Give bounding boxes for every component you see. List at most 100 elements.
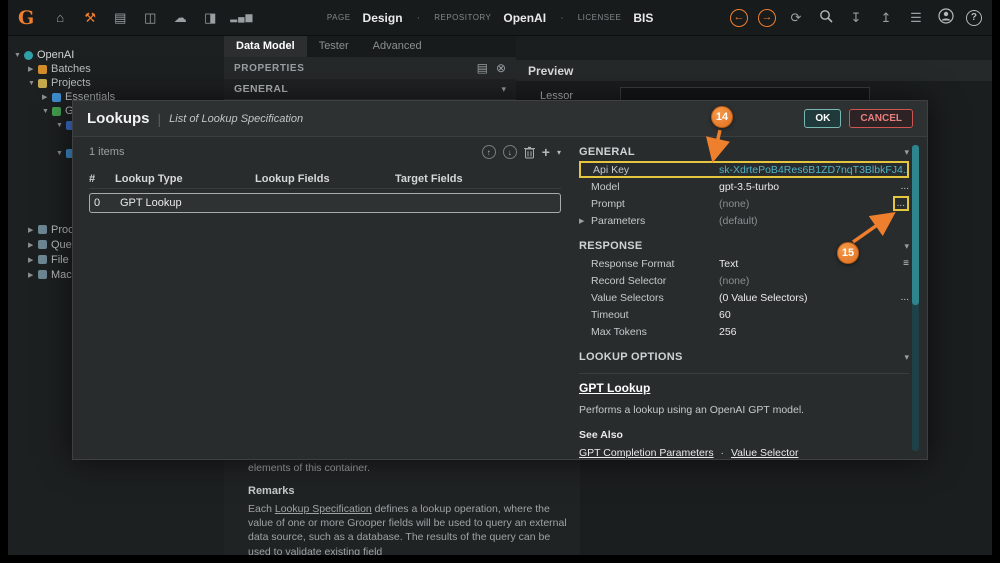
repository-value[interactable]: OpenAI	[503, 11, 546, 25]
chevron-down-icon: ▾	[904, 352, 909, 363]
tab-advanced[interactable]: Advanced	[361, 36, 434, 57]
property-row-api-key[interactable]: Api Key sk-XdrtePoB4Res6B1ZD7nqT3BlbkFJ4…	[579, 161, 909, 178]
chevron-down-icon: ▾	[501, 84, 506, 95]
chevron-down-icon: ▾	[904, 147, 909, 158]
max-tokens-value[interactable]: 256	[719, 326, 909, 338]
tree-item-projects[interactable]: ▼ Projects	[8, 76, 224, 90]
user-icon[interactable]	[936, 8, 956, 27]
section-lookup-options[interactable]: LOOKUP OPTIONS ▾	[579, 348, 909, 366]
cancel-button[interactable]: CANCEL	[849, 109, 913, 128]
node-icon	[52, 93, 61, 102]
help-text-fragment: elements of this container.	[248, 462, 580, 474]
download-icon[interactable]: ↧	[846, 10, 866, 26]
expander-icon[interactable]: ▼	[14, 52, 24, 59]
chevron-down-icon: ▾	[904, 241, 909, 252]
properties-scrollbar[interactable]	[912, 145, 919, 451]
expander-icon[interactable]: ▼	[42, 108, 52, 115]
toolbar-center-group: PAGE Design · REPOSITORY OpenAI · LICENS…	[327, 11, 653, 25]
separator-dot: ·	[417, 12, 421, 24]
prompt-value[interactable]: (none)	[719, 198, 887, 210]
model-browse-button[interactable]: ...	[887, 181, 909, 192]
ok-button[interactable]: OK	[804, 109, 841, 128]
save-icon[interactable]: ▤	[110, 10, 130, 26]
expander-icon[interactable]: ▶	[28, 271, 38, 279]
property-row-response-format[interactable]: Response Format Text ≡	[579, 255, 909, 272]
top-toolbar: G ⌂ ⚒ ▤ ◫ ☁ ◨ ▂▄▆ PAGE Design · REPOSITO…	[8, 0, 992, 36]
folder-icon	[38, 240, 47, 249]
value-selector-link[interactable]: Value Selector	[731, 447, 799, 459]
api-key-value[interactable]: sk-XdrtePoB4Res6B1ZD7nqT3BlbkFJ4...	[719, 164, 907, 176]
toolbar-right-group: ← → ⟳ ↧ ↥ ☰ ?	[730, 8, 982, 27]
tools-icon[interactable]: ⚒	[80, 10, 100, 26]
gpt-completion-parameters-link[interactable]: GPT Completion Parameters	[579, 447, 714, 459]
lookup-specification-link[interactable]: Lookup Specification	[275, 503, 372, 515]
expander-icon[interactable]: ▼	[56, 122, 66, 129]
general-section-header[interactable]: GENERAL ▾	[224, 79, 516, 100]
help-icon[interactable]: ?	[966, 10, 982, 26]
separator-dot: ·	[560, 12, 564, 24]
property-row-value-selectors[interactable]: Value Selectors (0 Value Selectors) ...	[579, 289, 909, 306]
response-format-menu-icon[interactable]: ≡	[887, 258, 909, 269]
items-count: 1 items	[89, 146, 482, 158]
record-selector-value[interactable]: (none)	[719, 275, 909, 287]
property-row-record-selector[interactable]: Record Selector (none)	[579, 272, 909, 289]
upload-icon[interactable]: ↥	[876, 10, 896, 26]
expander-icon[interactable]: ▶	[42, 93, 52, 101]
section-general[interactable]: GENERAL ▾	[579, 143, 909, 161]
response-format-value[interactable]: Text	[719, 258, 887, 270]
lookup-row-selected[interactable]: 0 GPT Lookup	[89, 193, 561, 213]
delete-icon[interactable]	[524, 146, 535, 159]
model-value[interactable]: gpt-3.5-turbo	[719, 181, 887, 193]
page-label: PAGE	[327, 13, 351, 22]
expander-icon[interactable]: ▼	[56, 150, 66, 157]
property-row-prompt[interactable]: Prompt (none) ...	[579, 195, 909, 212]
property-row-max-tokens[interactable]: Max Tokens 256	[579, 323, 909, 340]
remarks-panel: elements of this container. Remarks Each…	[224, 460, 580, 555]
add-button[interactable]: +	[542, 144, 550, 160]
expander-icon[interactable]: ▶	[28, 65, 38, 73]
parameters-value[interactable]: (default)	[719, 215, 909, 227]
cloud-icon[interactable]: ☁	[170, 10, 190, 26]
tree-item-batches[interactable]: ▶ Batches	[8, 62, 224, 76]
move-up-button[interactable]: ↑	[482, 145, 496, 159]
preview-title: Preview	[528, 64, 573, 78]
expander-icon[interactable]: ▶	[28, 226, 38, 234]
page-value[interactable]: Design	[363, 11, 403, 25]
back-button[interactable]: ←	[730, 9, 748, 27]
tab-tester[interactable]: Tester	[307, 36, 361, 57]
database-icon[interactable]: ☰	[906, 10, 926, 26]
search-icon[interactable]	[816, 9, 836, 26]
prompt-browse-button[interactable]: ...	[893, 196, 909, 211]
expander-icon[interactable]: ▶	[28, 241, 38, 249]
home-icon[interactable]: ⌂	[50, 10, 70, 25]
timeout-value[interactable]: 60	[719, 309, 909, 321]
close-icon[interactable]: ⊗	[496, 61, 506, 75]
response-format-label: Response Format	[591, 258, 719, 270]
property-row-parameters[interactable]: ▶ Parameters (default)	[579, 212, 909, 229]
forward-button[interactable]: →	[758, 9, 776, 27]
callout-14: 14	[711, 106, 733, 128]
move-down-button[interactable]: ↓	[503, 145, 517, 159]
expander-icon[interactable]: ▶	[579, 217, 591, 225]
tree-item-label: Proc	[51, 224, 74, 236]
value-selectors-browse-button[interactable]: ...	[887, 292, 909, 303]
parameters-label: Parameters	[591, 215, 719, 227]
add-menu-chevron-icon[interactable]: ▾	[557, 148, 561, 157]
expander-icon[interactable]: ▶	[28, 256, 38, 264]
scrollbar-thumb[interactable]	[912, 145, 919, 305]
save-icon[interactable]: ▤	[477, 61, 488, 75]
import-icon[interactable]: ◫	[140, 10, 160, 26]
refresh-icon[interactable]: ⟳	[786, 10, 806, 26]
export-icon[interactable]: ◨	[200, 10, 220, 26]
tab-data-model[interactable]: Data Model	[224, 36, 307, 57]
remarks-title: Remarks	[248, 485, 580, 497]
remarks-body: Each Lookup Specification defines a look…	[248, 502, 570, 555]
section-response[interactable]: RESPONSE ▾	[579, 237, 909, 255]
tree-item-openai[interactable]: ▼ OpenAI	[8, 48, 224, 62]
stats-icon[interactable]: ▂▄▆	[230, 12, 250, 23]
property-row-model[interactable]: Model gpt-3.5-turbo ...	[579, 178, 909, 195]
expander-icon[interactable]: ▼	[28, 80, 38, 87]
property-row-timeout[interactable]: Timeout 60	[579, 306, 909, 323]
help-title-link[interactable]: GPT Lookup	[579, 381, 909, 395]
value-selectors-value[interactable]: (0 Value Selectors)	[719, 292, 887, 304]
